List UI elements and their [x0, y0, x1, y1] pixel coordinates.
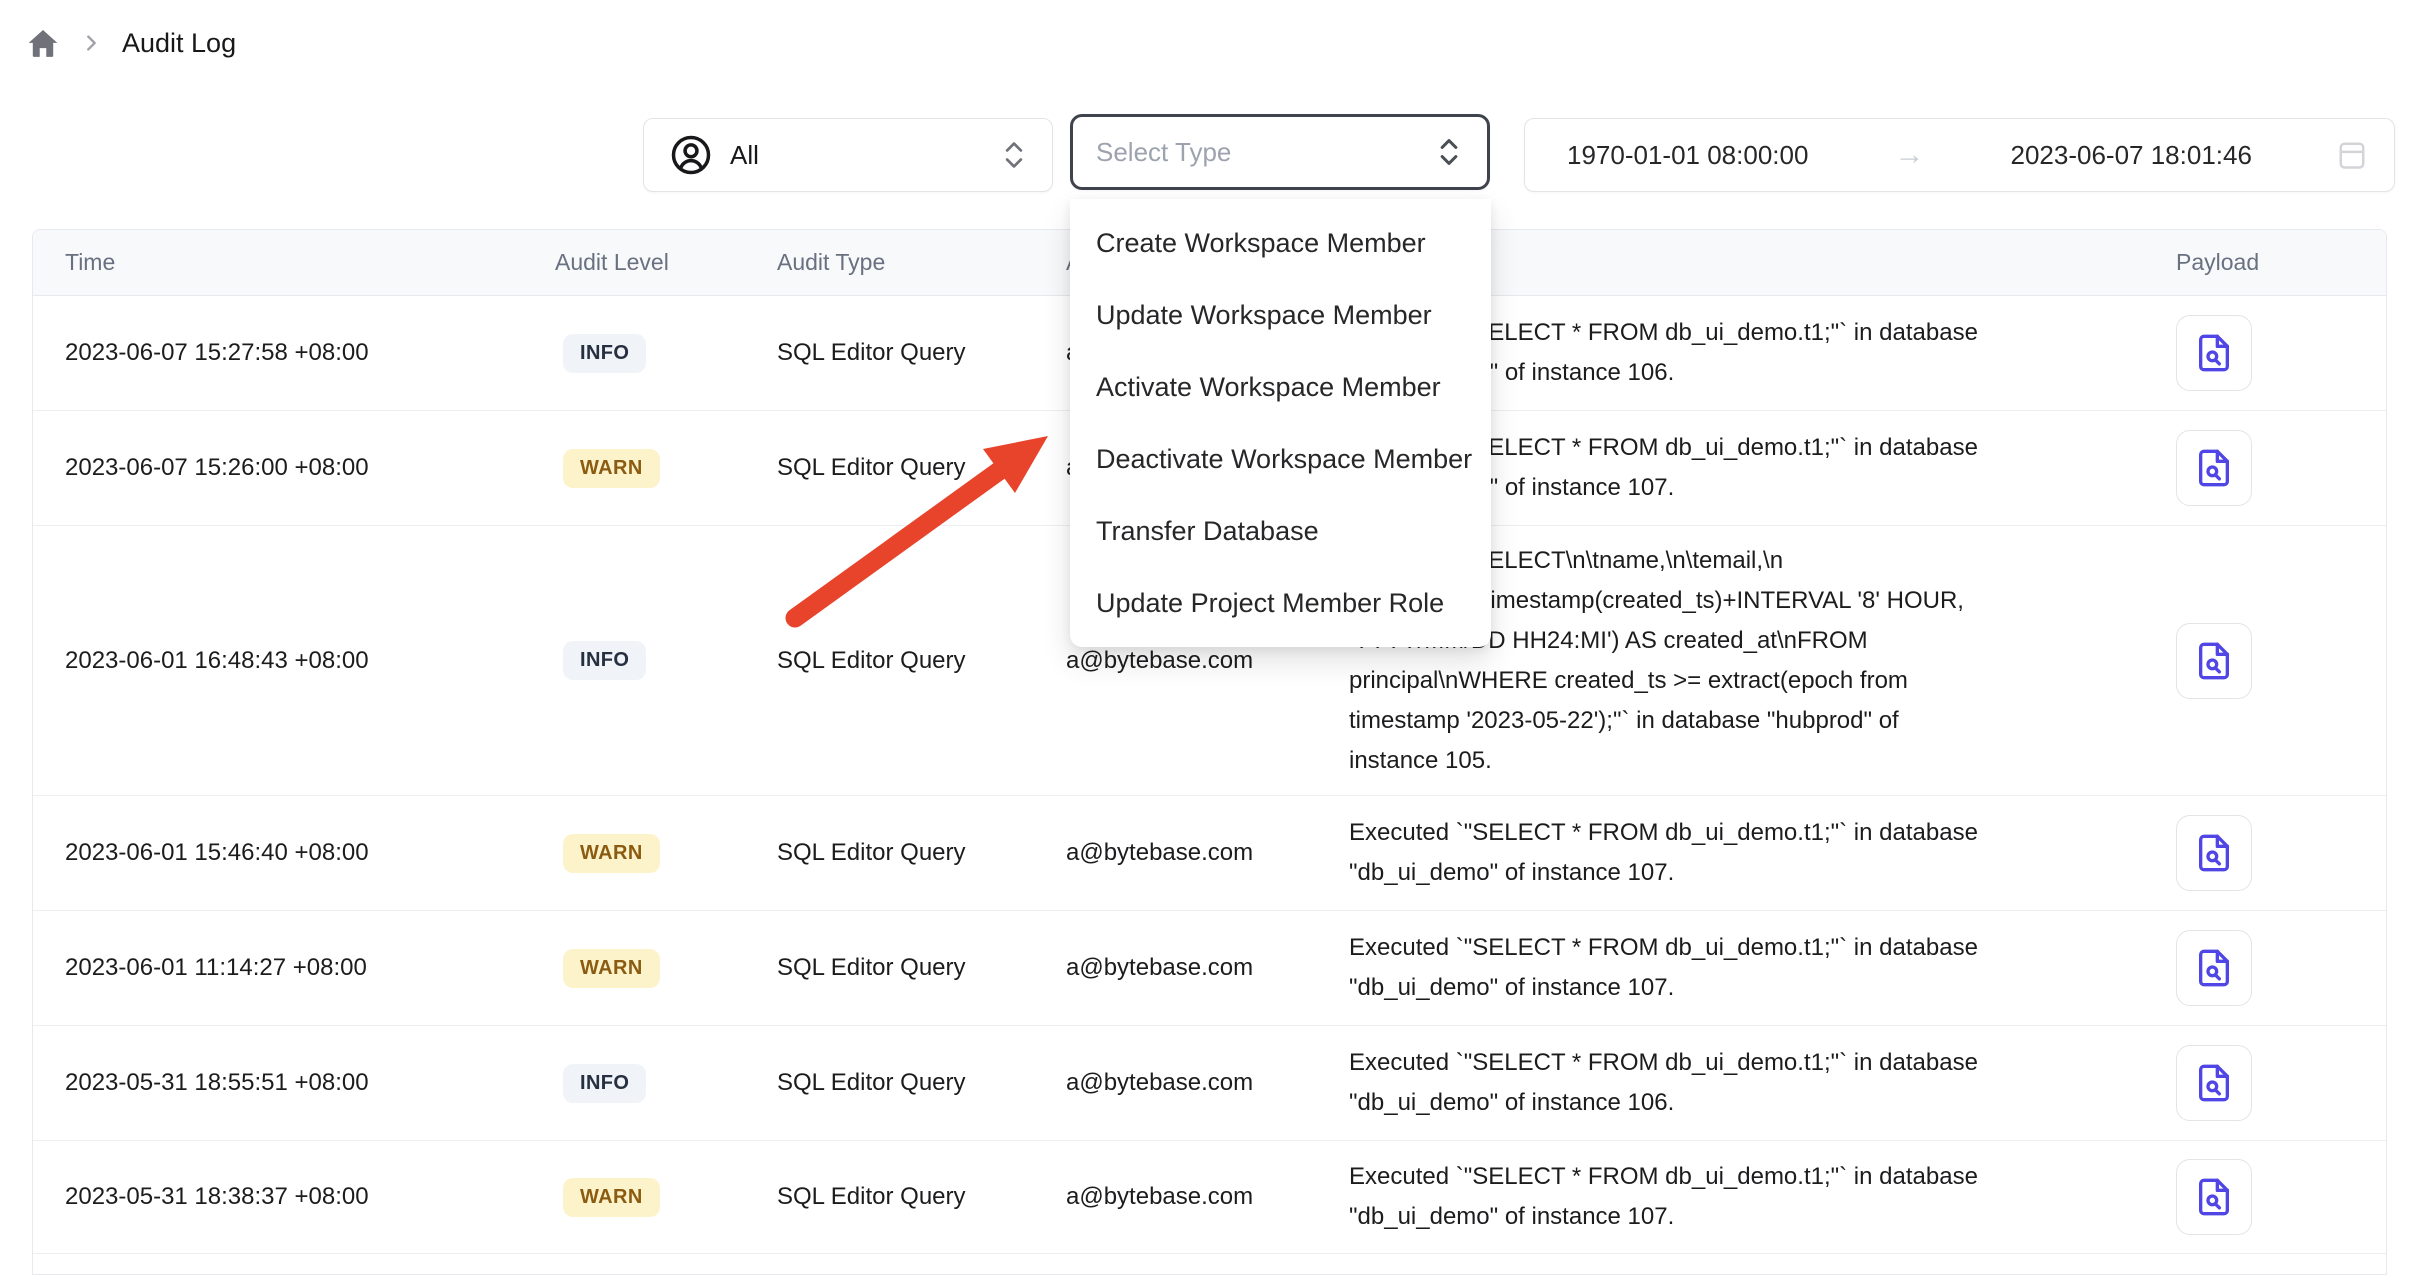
- home-icon[interactable]: [26, 26, 60, 60]
- status-badge: WARN: [563, 449, 660, 488]
- chevron-right-icon: [80, 32, 102, 54]
- cell-audit-level: WARN: [555, 1178, 777, 1217]
- dropdown-item[interactable]: Deactivate Workspace Member: [1070, 423, 1491, 495]
- dropdown-item[interactable]: Update Workspace Member: [1070, 279, 1491, 351]
- column-header-type: Audit Type: [777, 249, 1066, 276]
- cell-time: 2023-06-01 11:14:27 +08:00: [33, 954, 555, 982]
- status-badge: INFO: [563, 334, 646, 373]
- cell-actor: a@bytebase.com: [1066, 647, 1349, 675]
- cell-comment: Executed `"SELECT * FROM db_ui_demo.t1;"…: [1349, 928, 2121, 1008]
- table-row: 2023-06-01 15:46:40 +08:00 WARN SQL Edit…: [33, 796, 2386, 911]
- cell-time: 2023-05-31 18:38:37 +08:00: [33, 1183, 555, 1211]
- view-payload-button[interactable]: [2176, 1045, 2252, 1121]
- date-range-picker[interactable]: 1970-01-01 08:00:00 → 2023-06-07 18:01:4…: [1524, 118, 2395, 192]
- user-circle-icon: [670, 134, 712, 176]
- actor-filter-select[interactable]: All: [643, 118, 1053, 192]
- status-badge: WARN: [563, 1178, 660, 1217]
- cell-actor: a@bytebase.com: [1066, 839, 1349, 867]
- chevron-up-down-icon: [1437, 136, 1461, 168]
- status-badge: WARN: [563, 949, 660, 988]
- cell-time: 2023-06-01 16:48:43 +08:00: [33, 647, 555, 675]
- file-search-icon: [2194, 833, 2234, 873]
- status-badge: INFO: [563, 1064, 646, 1103]
- cell-audit-level: INFO: [555, 334, 777, 373]
- red-arrow-annotation: [770, 420, 1070, 645]
- view-payload-button[interactable]: [2176, 815, 2252, 891]
- status-badge: INFO: [563, 641, 646, 680]
- cell-audit-level: INFO: [555, 1064, 777, 1103]
- cell-payload: [2121, 315, 2386, 391]
- file-search-icon: [2194, 333, 2234, 373]
- arrow-right-icon: →: [1894, 138, 1924, 172]
- cell-payload: [2121, 430, 2386, 506]
- cell-audit-type: SQL Editor Query: [777, 647, 1066, 675]
- actor-filter-value: All: [730, 140, 759, 171]
- type-filter-placeholder: Select Type: [1096, 137, 1231, 168]
- cell-audit-level: WARN: [555, 949, 777, 988]
- cell-actor: a@bytebase.com: [1066, 1183, 1349, 1211]
- cell-payload: [2121, 623, 2386, 699]
- view-payload-button[interactable]: [2176, 1159, 2252, 1235]
- dropdown-item[interactable]: Transfer Database: [1070, 495, 1491, 567]
- date-range-start[interactable]: 1970-01-01 08:00:00: [1567, 140, 1808, 171]
- cell-audit-type: SQL Editor Query: [777, 839, 1066, 867]
- column-header-payload: Payload: [2121, 249, 2386, 276]
- cell-actor: a@bytebase.com: [1066, 954, 1349, 982]
- view-payload-button[interactable]: [2176, 930, 2252, 1006]
- column-header-time: Time: [33, 249, 555, 276]
- cell-audit-type: SQL Editor Query: [777, 1069, 1066, 1097]
- cell-payload: [2121, 1045, 2386, 1121]
- table-partial-row: [33, 1254, 2386, 1274]
- type-filter-select[interactable]: Select Type: [1070, 114, 1490, 190]
- file-search-icon: [2194, 1177, 2234, 1217]
- file-search-icon: [2194, 641, 2234, 681]
- chevron-up-down-icon: [1002, 139, 1026, 171]
- date-range-end[interactable]: 2023-06-07 18:01:46: [2011, 140, 2252, 171]
- cell-time: 2023-05-31 18:55:51 +08:00: [33, 1069, 555, 1097]
- page-title: Audit Log: [122, 28, 236, 59]
- cell-payload: [2121, 815, 2386, 891]
- cell-actor: a@bytebase.com: [1066, 1069, 1349, 1097]
- cell-audit-level: WARN: [555, 834, 777, 873]
- status-badge: WARN: [563, 834, 660, 873]
- cell-time: 2023-06-01 15:46:40 +08:00: [33, 839, 555, 867]
- cell-comment: Executed `"SELECT * FROM db_ui_demo.t1;"…: [1349, 1043, 2121, 1123]
- cell-payload: [2121, 1159, 2386, 1235]
- file-search-icon: [2194, 1063, 2234, 1103]
- cell-payload: [2121, 930, 2386, 1006]
- file-search-icon: [2194, 948, 2234, 988]
- table-row: 2023-06-01 11:14:27 +08:00 WARN SQL Edit…: [33, 911, 2386, 1026]
- dropdown-item[interactable]: Activate Workspace Member: [1070, 351, 1491, 423]
- cell-comment: Executed `"SELECT * FROM db_ui_demo.t1;"…: [1349, 1157, 2121, 1237]
- cell-time: 2023-06-07 15:27:58 +08:00: [33, 339, 555, 367]
- cell-audit-type: SQL Editor Query: [777, 1183, 1066, 1211]
- cell-time: 2023-06-07 15:26:00 +08:00: [33, 454, 555, 482]
- cell-audit-type: SQL Editor Query: [777, 954, 1066, 982]
- view-payload-button[interactable]: [2176, 623, 2252, 699]
- table-row: 2023-05-31 18:38:37 +08:00 WARN SQL Edit…: [33, 1141, 2386, 1254]
- calendar-icon[interactable]: [2338, 140, 2366, 170]
- cell-audit-level: INFO: [555, 641, 777, 680]
- column-header-level: Audit Level: [555, 249, 777, 276]
- breadcrumb: Audit Log: [26, 26, 236, 60]
- cell-comment: Executed `"SELECT * FROM db_ui_demo.t1;"…: [1349, 813, 2121, 893]
- view-payload-button[interactable]: [2176, 430, 2252, 506]
- dropdown-item[interactable]: Update Project Member Role: [1070, 567, 1491, 639]
- cell-audit-type: SQL Editor Query: [777, 339, 1066, 367]
- dropdown-item[interactable]: Create Workspace Member: [1070, 207, 1491, 279]
- table-row: 2023-05-31 18:55:51 +08:00 INFO SQL Edit…: [33, 1026, 2386, 1141]
- view-payload-button[interactable]: [2176, 315, 2252, 391]
- file-search-icon: [2194, 448, 2234, 488]
- type-dropdown-menu: Create Workspace Member Update Workspace…: [1070, 199, 1491, 647]
- cell-audit-level: WARN: [555, 449, 777, 488]
